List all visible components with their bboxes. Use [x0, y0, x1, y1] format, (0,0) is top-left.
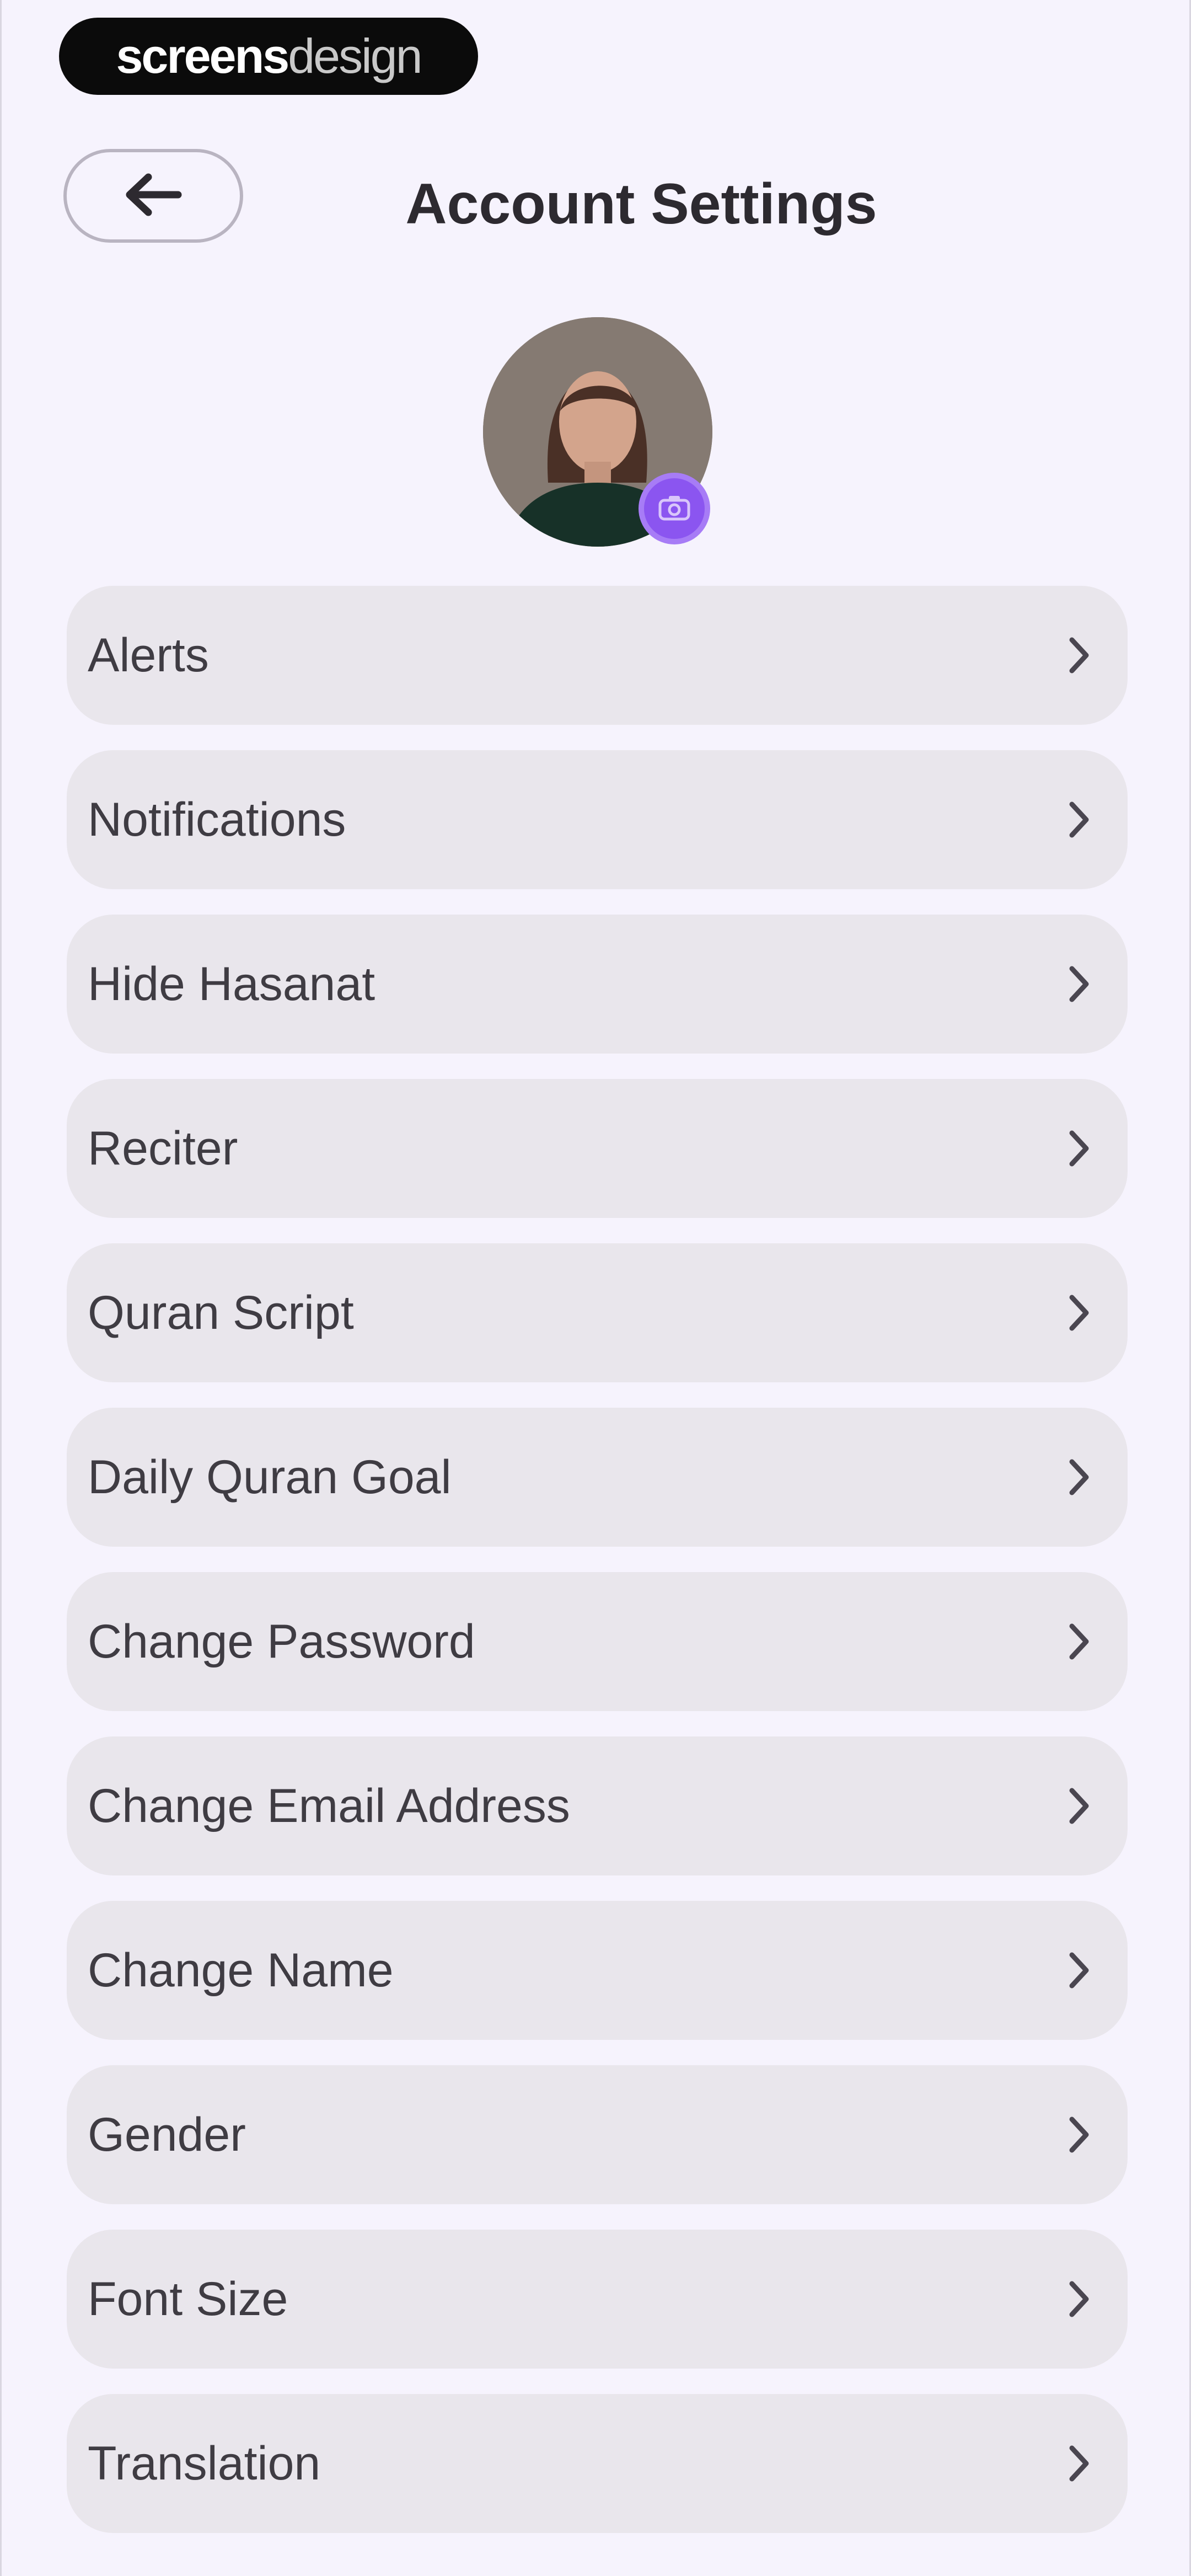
setting-item-font-size[interactable]: Font Size: [67, 2230, 1128, 2369]
setting-item-change-name[interactable]: Change Name: [67, 1901, 1128, 2040]
setting-label: Change Email Address: [88, 1779, 570, 1832]
setting-label: Daily Quran Goal: [88, 1450, 452, 1504]
setting-label: Gender: [88, 2108, 246, 2161]
chevron-right-icon: [1057, 2441, 1101, 2486]
setting-item-change-password[interactable]: Change Password: [67, 1572, 1128, 1711]
brand-logo: screensdesign: [59, 18, 478, 95]
setting-label: Change Name: [88, 1943, 394, 1997]
avatar-edit-button[interactable]: [639, 473, 710, 544]
chevron-right-icon: [1057, 1455, 1101, 1499]
chevron-right-icon: [1057, 633, 1101, 677]
setting-label: Change Password: [88, 1615, 475, 1668]
chevron-right-icon: [1057, 1291, 1101, 1335]
setting-item-alerts[interactable]: Alerts: [67, 586, 1128, 725]
chevron-right-icon: [1057, 798, 1101, 842]
chevron-right-icon: [1057, 1784, 1101, 1828]
setting-label: Alerts: [88, 628, 209, 682]
setting-label: Font Size: [88, 2272, 288, 2326]
setting-label: Translation: [88, 2436, 321, 2490]
setting-item-quran-script[interactable]: Quran Script: [67, 1243, 1128, 1382]
setting-label: Reciter: [88, 1121, 238, 1175]
setting-item-reciter[interactable]: Reciter: [67, 1079, 1128, 1218]
setting-label: Hide Hasanat: [88, 957, 375, 1011]
setting-label: Quran Script: [88, 1286, 354, 1339]
chevron-right-icon: [1057, 1126, 1101, 1171]
arrow-left-icon: [123, 173, 184, 220]
chevron-right-icon: [1057, 2113, 1101, 2157]
setting-item-change-email-address[interactable]: Change Email Address: [67, 1736, 1128, 1875]
page-title: Account Settings: [405, 172, 877, 236]
setting-label: Notifications: [88, 793, 346, 846]
chevron-right-icon: [1057, 1948, 1101, 1992]
brand-logo-light: design: [288, 29, 422, 83]
account-settings-screen: screensdesign Account Settings Alerts No…: [0, 0, 1191, 2576]
settings-list: Alerts Notifications Hide Hasanat Recite…: [67, 586, 1128, 2558]
chevron-right-icon: [1057, 962, 1101, 1006]
chevron-right-icon: [1057, 1620, 1101, 1664]
setting-item-daily-quran-goal[interactable]: Daily Quran Goal: [67, 1408, 1128, 1547]
setting-item-notifications[interactable]: Notifications: [67, 750, 1128, 889]
setting-item-hide-hasanat[interactable]: Hide Hasanat: [67, 915, 1128, 1054]
back-button[interactable]: [63, 149, 243, 243]
brand-logo-bold: screens: [116, 29, 289, 83]
camera-icon: [658, 494, 691, 524]
setting-item-gender[interactable]: Gender: [67, 2065, 1128, 2204]
chevron-right-icon: [1057, 2277, 1101, 2321]
setting-item-translation[interactable]: Translation: [67, 2394, 1128, 2533]
